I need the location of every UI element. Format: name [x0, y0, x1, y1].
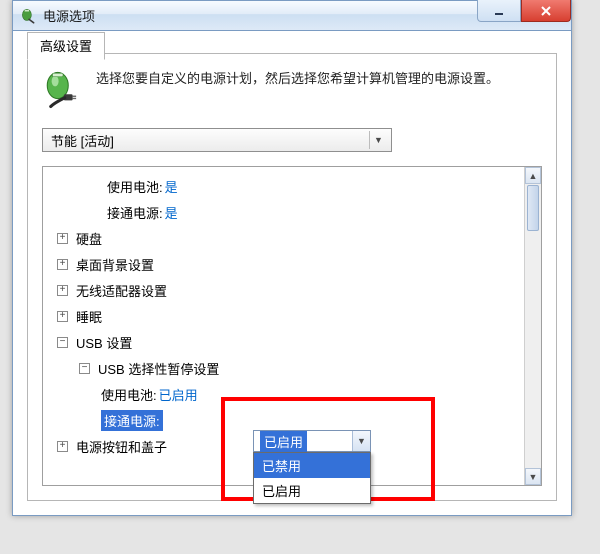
usb-ac-label: 接通电源:: [101, 410, 163, 431]
usb-batt-label: 使用电池:: [101, 385, 157, 404]
expand-icon[interactable]: +: [57, 259, 68, 270]
plan-selected-value: 节能 [活动]: [51, 131, 114, 150]
close-button[interactable]: [521, 0, 571, 22]
titlebar[interactable]: 电源选项: [13, 1, 571, 31]
tree-node-sleep[interactable]: + 睡眠: [49, 303, 541, 329]
dialog-content: 高级设置 选择您要自定义的电源计划，然后选择您希望计算机管理的电源设置。: [13, 31, 571, 515]
settings-tree: ▲ ▼ 使用电池: 是 接通电源: 是 + 硬盘: [42, 166, 542, 486]
combo-selected: 已启用: [260, 431, 307, 452]
scroll-thumb[interactable]: [527, 185, 539, 231]
dropdown-option-enabled[interactable]: 已启用: [254, 478, 370, 503]
explain-row: 选择您要自定义的电源计划，然后选择您希望计算机管理的电源设置。: [42, 68, 542, 110]
tab-advanced[interactable]: 高级设置: [27, 32, 105, 60]
tree-row-ac[interactable]: 接通电源: 是: [49, 199, 541, 225]
collapse-icon[interactable]: −: [57, 337, 68, 348]
wireless-label: 无线适配器设置: [76, 281, 167, 300]
desktop-bg-label: 桌面背景设置: [76, 255, 154, 274]
minimize-button[interactable]: [477, 0, 521, 22]
chevron-down-icon[interactable]: ▼: [352, 431, 370, 451]
collapse-icon[interactable]: −: [79, 363, 90, 374]
ac-value[interactable]: 是: [165, 203, 178, 222]
tree-row-battery[interactable]: 使用电池: 是: [49, 173, 541, 199]
ac-label: 接通电源:: [107, 203, 163, 222]
dropdown-option-disabled[interactable]: 已禁用: [254, 453, 370, 478]
scroll-up-button[interactable]: ▲: [525, 167, 541, 184]
tree-node-wireless[interactable]: + 无线适配器设置: [49, 277, 541, 303]
expand-icon[interactable]: +: [57, 285, 68, 296]
expand-icon[interactable]: +: [57, 233, 68, 244]
battery-plug-large-icon: [42, 68, 84, 110]
expand-icon[interactable]: +: [57, 441, 68, 452]
usb-label: USB 设置: [76, 333, 132, 352]
tree-node-usb-suspend[interactable]: − USB 选择性暂停设置: [49, 355, 541, 381]
usb-batt-value[interactable]: 已启用: [159, 385, 198, 404]
tree-node-usb[interactable]: − USB 设置: [49, 329, 541, 355]
tree-row-usb-battery[interactable]: 使用电池: 已启用: [49, 381, 541, 407]
battery-plug-icon: [19, 7, 37, 25]
battery-value[interactable]: 是: [165, 177, 178, 196]
tree-node-desktop-bg[interactable]: + 桌面背景设置: [49, 251, 541, 277]
tab-frame: 高级设置 选择您要自定义的电源计划，然后选择您希望计算机管理的电源设置。: [27, 53, 557, 501]
window-title: 电源选项: [43, 6, 95, 25]
power-options-dialog: 电源选项 高级设置: [12, 0, 572, 516]
power-button-label: 电源按钮和盖子: [76, 437, 167, 456]
chevron-down-icon: ▼: [369, 131, 387, 149]
expand-icon[interactable]: +: [57, 311, 68, 322]
tree-node-hdd[interactable]: + 硬盘: [49, 225, 541, 251]
hdd-label: 硬盘: [76, 229, 102, 248]
explain-text: 选择您要自定义的电源计划，然后选择您希望计算机管理的电源设置。: [96, 68, 499, 110]
usb-ac-combo[interactable]: 已启用 ▼: [253, 430, 371, 452]
scroll-down-button[interactable]: ▼: [525, 468, 541, 485]
vertical-scrollbar[interactable]: ▲ ▼: [524, 167, 541, 485]
sleep-label: 睡眠: [76, 307, 102, 326]
power-plan-select[interactable]: 节能 [活动] ▼: [42, 128, 392, 152]
usb-suspend-label: USB 选择性暂停设置: [98, 359, 219, 378]
usb-ac-dropdown[interactable]: 已禁用 已启用: [253, 452, 371, 504]
battery-label: 使用电池:: [107, 177, 163, 196]
